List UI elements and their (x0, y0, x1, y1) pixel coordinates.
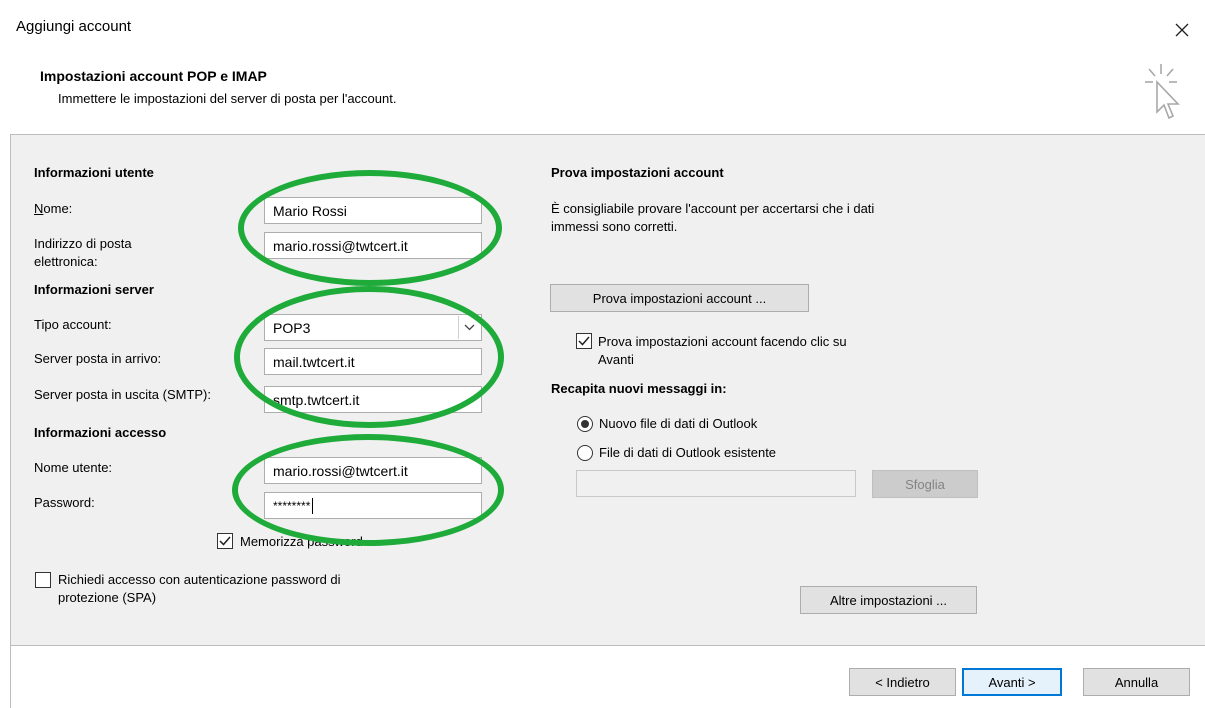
header-subtitle: Immettere le impostazioni del server di … (58, 91, 397, 106)
password-label: Password: (34, 495, 95, 510)
test-on-next-checkbox[interactable] (576, 333, 592, 349)
footer-separator (10, 645, 1205, 646)
login-info-title: Informazioni accesso (34, 425, 167, 440)
remember-password-checkbox[interactable] (217, 533, 233, 549)
checkmark-icon (578, 336, 590, 346)
spa-label-line1: Richiedi accesso con autenticazione pass… (58, 572, 341, 587)
outgoing-server-label: Server posta in uscita (SMTP): (34, 387, 211, 402)
name-input[interactable]: Mario Rossi (264, 197, 482, 224)
user-info-title: Informazioni utente (34, 165, 154, 180)
password-input[interactable]: ******** (264, 492, 482, 519)
email-label-line2: elettronica: (34, 254, 98, 269)
spa-label-line2: protezione (SPA) (58, 590, 157, 605)
chevron-down-icon (464, 324, 475, 331)
datafile-path-input[interactable] (576, 470, 856, 497)
existing-datafile-radio[interactable] (577, 445, 593, 461)
email-label-line1: Indirizzo di posta (34, 236, 132, 251)
existing-datafile-label: File di dati di Outlook esistente (599, 445, 777, 460)
test-description-line2: immessi sono corretti. (551, 219, 678, 234)
test-settings-title: Prova impostazioni account (551, 165, 724, 180)
account-type-value: POP3 (273, 319, 311, 336)
dropdown-button[interactable] (458, 316, 480, 339)
spa-checkbox[interactable] (35, 572, 51, 588)
new-datafile-radio[interactable] (577, 416, 593, 432)
close-button[interactable] (1159, 0, 1205, 60)
browse-button[interactable]: Sfoglia (872, 470, 978, 498)
cancel-button[interactable]: Annulla (1083, 668, 1190, 696)
outgoing-server-input[interactable]: smtp.twtcert.it (264, 386, 482, 413)
name-label-rest: ome: (43, 201, 73, 216)
incoming-server-label: Server posta in arrivo: (34, 351, 162, 366)
test-on-next-label-line2: Avanti (598, 352, 634, 367)
incoming-server-input[interactable]: mail.twtcert.it (264, 348, 482, 375)
server-info-title: Informazioni server (34, 282, 154, 297)
email-input[interactable]: mario.rossi@twtcert.it (264, 232, 482, 259)
text-cursor (312, 497, 314, 514)
delivery-title: Recapita nuovi messaggi in: (551, 381, 727, 396)
next-button[interactable]: Avanti > (962, 668, 1062, 696)
close-icon (1175, 23, 1189, 37)
name-label: Nome: (34, 201, 73, 216)
more-settings-button[interactable]: Altre impostazioni ... (800, 586, 977, 614)
title-bar (0, 0, 1205, 60)
username-input[interactable]: mario.rossi@twtcert.it (264, 457, 482, 484)
test-description-line1: È consigliabile provare l'account per ac… (551, 201, 875, 216)
test-on-next-label-line1: Prova impostazioni account facendo clic … (598, 334, 847, 349)
new-datafile-label: Nuovo file di dati di Outlook (599, 416, 758, 431)
account-type-select[interactable]: POP3 (264, 314, 482, 341)
test-settings-button[interactable]: Prova impostazioni account ... (550, 284, 809, 312)
back-button[interactable]: < Indietro (849, 668, 956, 696)
account-type-label: Tipo account: (34, 317, 112, 332)
window-title: Aggiungi account (16, 18, 132, 35)
remember-password-label: Memorizza password (240, 534, 363, 549)
checkmark-icon (219, 536, 231, 546)
header-cursor-icon (1139, 60, 1189, 140)
radio-dot (581, 420, 589, 428)
password-value: ******** (273, 498, 311, 513)
username-label: Nome utente: (34, 460, 113, 475)
header-title: Impostazioni account POP e IMAP (40, 68, 267, 84)
